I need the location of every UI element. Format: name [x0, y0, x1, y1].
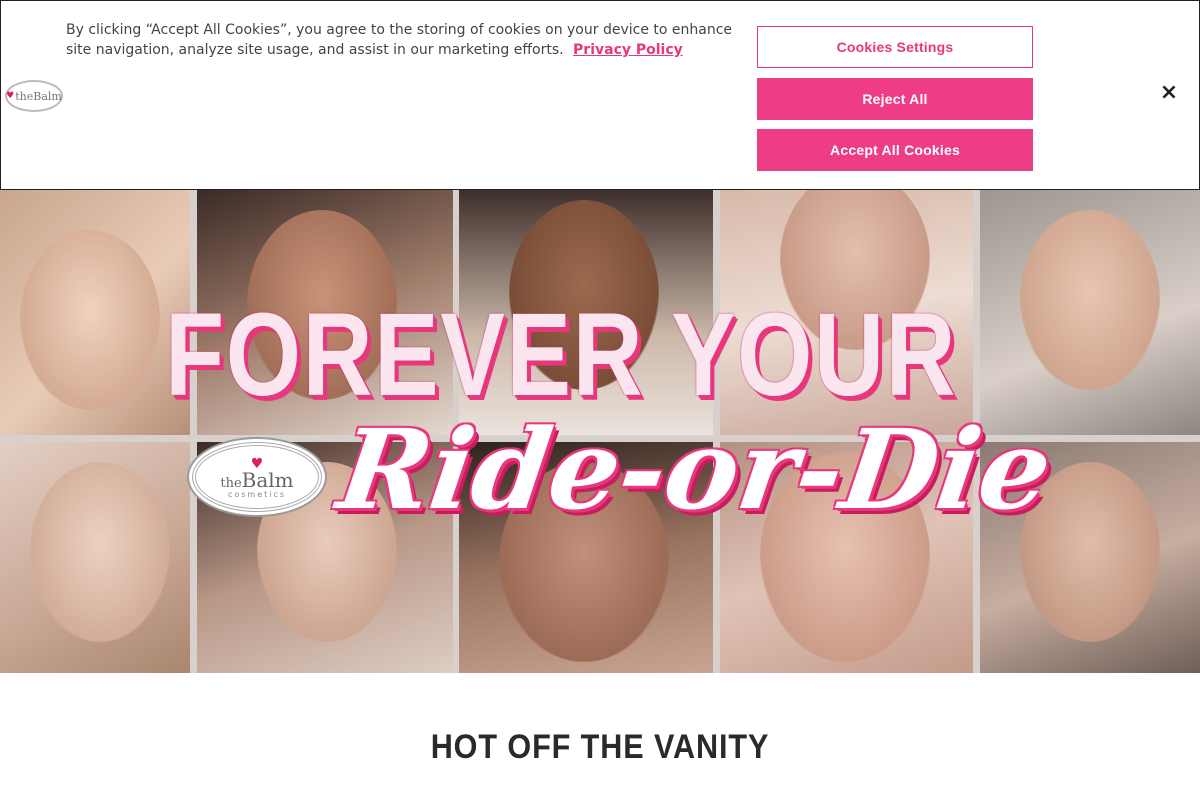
hero-headline-line-2: Ride-or-Die: [331, 405, 1060, 534]
collage-photo: [0, 442, 190, 673]
hero-headline-line-1: FOREVER YOUR: [165, 289, 958, 421]
hero-logo-subtitle: cosmetics: [227, 489, 287, 499]
close-icon: ×: [1159, 80, 1179, 105]
accept-all-cookies-button[interactable]: Accept All Cookies: [757, 129, 1033, 171]
hero-logo-wordmark: theBalm: [220, 467, 294, 492]
hero-banner[interactable]: FOREVER YOUR Ride-or-Die ♥ theBalm cosme…: [0, 190, 1200, 673]
close-banner-button[interactable]: ×: [1156, 80, 1182, 106]
brand-logo-text: theBalm: [15, 89, 62, 103]
privacy-policy-link[interactable]: Privacy Policy: [573, 42, 683, 58]
lips-icon: ♥: [6, 91, 15, 101]
reject-all-button[interactable]: Reject All: [757, 78, 1033, 120]
collage-photo: [0, 190, 190, 435]
hero-brand-logo: ♥ theBalm cosmetics: [192, 442, 322, 512]
cookies-settings-button[interactable]: Cookies Settings: [757, 26, 1033, 68]
cookie-notice-text: By clicking “Accept All Cookies”, you ag…: [66, 20, 736, 60]
collage-photo: [980, 190, 1200, 435]
brand-logo: ♥ theBalm: [5, 80, 63, 112]
cookie-consent-banner: ♥ theBalm By clicking “Accept All Cookie…: [0, 0, 1200, 190]
section-title: HOT OFF THE VANITY: [430, 728, 770, 766]
